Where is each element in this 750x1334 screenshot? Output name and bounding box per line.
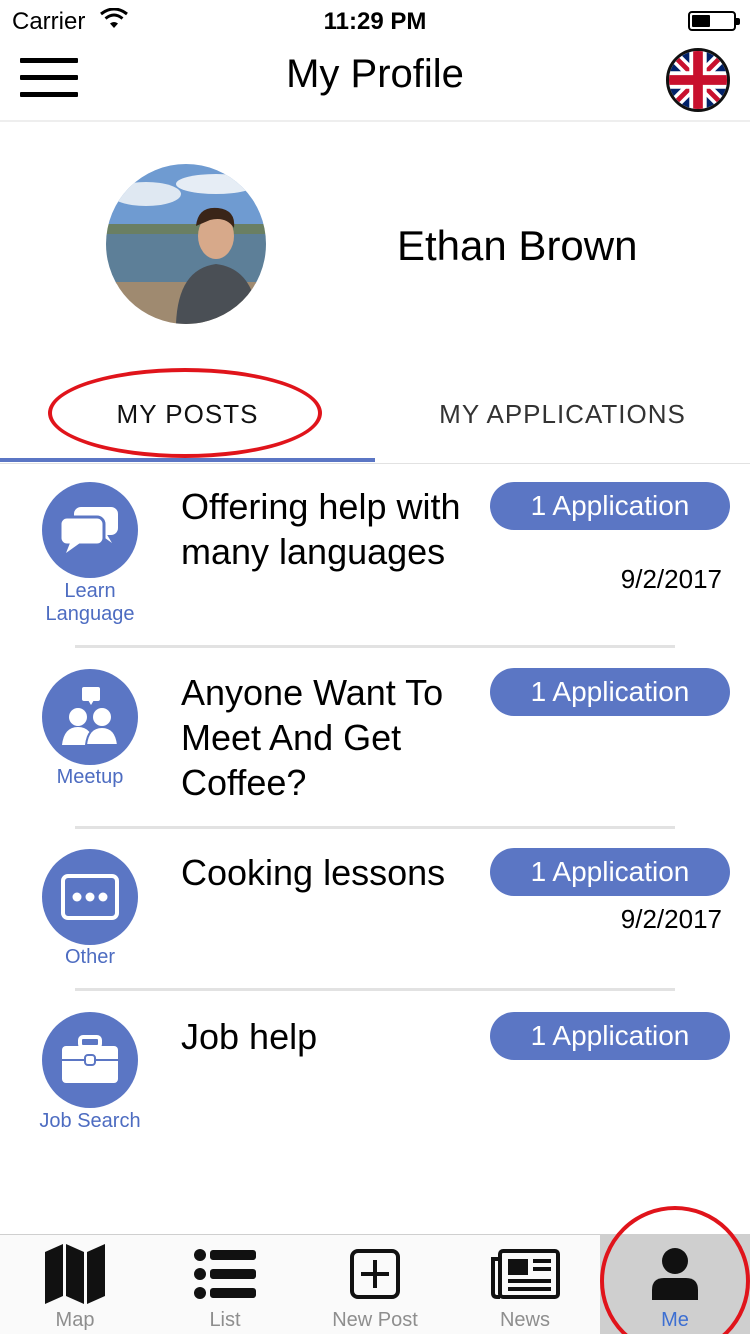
category-label: Job Search [39, 1110, 141, 1132]
bottom-tab-bar: Map List New Post News Me [0, 1234, 750, 1334]
tab-map[interactable]: Map [0, 1235, 150, 1334]
uk-flag-icon[interactable] [666, 48, 730, 112]
speech-bubbles-icon [58, 507, 118, 553]
tab-list[interactable]: List [150, 1235, 300, 1334]
category-icon [42, 482, 138, 578]
person-icon [652, 1248, 698, 1300]
applications-badge[interactable]: 1 Application [490, 668, 730, 716]
tab-label: Map [55, 1309, 95, 1331]
applications-badge[interactable]: 1 Application [490, 482, 730, 530]
plus-square-icon [350, 1249, 400, 1299]
tab-label: Me [661, 1309, 689, 1331]
profile-tabs: MY POSTS MY APPLICATIONS [0, 368, 750, 464]
nav-bar: My Profile [0, 40, 750, 122]
post-title: Offering help with many languages [181, 486, 461, 572]
post-date: 9/2/2017 [620, 564, 722, 594]
tab-new-post[interactable]: New Post [300, 1235, 450, 1334]
tab-label: List [209, 1309, 241, 1331]
category-icon [42, 1012, 138, 1108]
category-icon [42, 849, 138, 945]
tab-label: News [499, 1309, 550, 1331]
list-icon [194, 1249, 256, 1299]
category-label: Meetup [56, 766, 124, 788]
post-item[interactable]: Other Cooking lessons 1 Application 9/2/… [0, 830, 750, 990]
ellipsis-icon [61, 874, 119, 920]
divider [75, 988, 675, 991]
map-icon [45, 1244, 105, 1304]
tab-my-posts[interactable]: MY POSTS [0, 368, 375, 460]
status-bar: Carrier 11:29 PM [0, 0, 750, 40]
post-item[interactable]: Meetup Anyone Want To Meet And Get Coffe… [0, 650, 750, 828]
category-icon [42, 669, 138, 765]
page-title: My Profile [286, 52, 464, 96]
post-title: Cooking lessons [181, 852, 446, 893]
people-icon [62, 687, 120, 746]
battery-icon [688, 11, 740, 31]
tab-my-applications[interactable]: MY APPLICATIONS [375, 368, 750, 460]
post-item[interactable]: Learn Language Offering help with many l… [0, 464, 750, 648]
divider [75, 645, 675, 648]
tab-news[interactable]: News [450, 1235, 600, 1334]
category-label: Other [64, 946, 116, 968]
tab-me[interactable]: Me [600, 1235, 750, 1334]
applications-badge[interactable]: 1 Application [490, 848, 730, 896]
post-item[interactable]: Job Search Job help 1 Application [0, 994, 750, 1154]
user-name: Ethan Brown [397, 222, 638, 269]
category-label: Learn Language [45, 580, 135, 625]
avatar [106, 164, 266, 324]
newspaper-icon [491, 1249, 560, 1299]
active-tab-indicator [0, 458, 375, 462]
post-title: Job help [181, 1016, 318, 1057]
tab-label: New Post [332, 1309, 418, 1331]
clock: 11:29 PM [323, 8, 427, 35]
briefcase-icon [62, 1035, 118, 1083]
applications-badge[interactable]: 1 Application [490, 1012, 730, 1060]
post-date: 9/2/2017 [620, 904, 722, 934]
divider [75, 826, 675, 829]
post-title: Anyone Want To Meet And Get Coffee? [181, 672, 444, 803]
